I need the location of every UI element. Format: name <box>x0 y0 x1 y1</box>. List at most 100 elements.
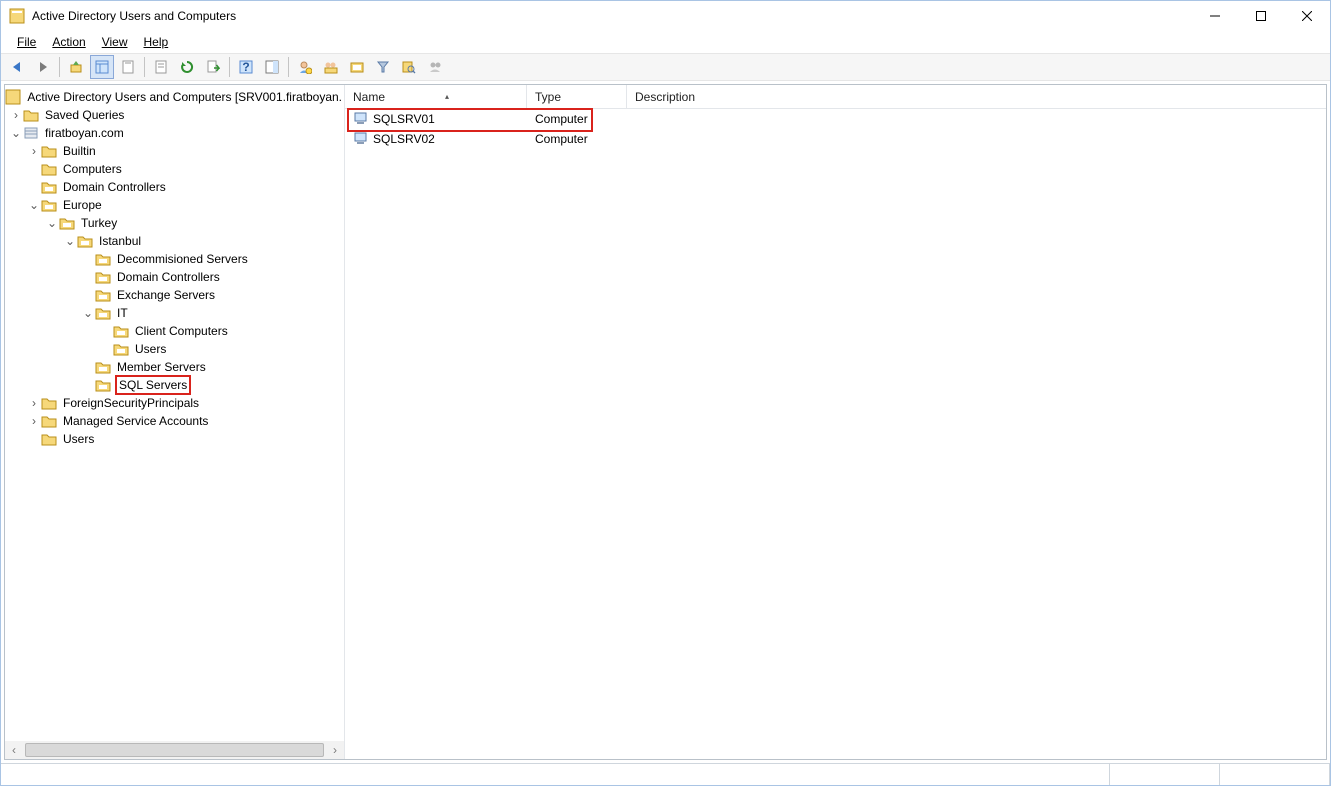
toolbar: ? <box>1 53 1330 81</box>
show-hide-actionpane-button[interactable] <box>260 55 284 79</box>
toolbar-separator <box>59 57 60 77</box>
tree-member-servers[interactable]: Member Servers <box>5 358 344 376</box>
tree-istanbul[interactable]: ⌄ Istanbul <box>5 232 344 250</box>
find-button[interactable] <box>397 55 421 79</box>
list-header: Name▴ Type Description <box>345 85 1326 109</box>
ou-icon <box>95 269 111 285</box>
new-group-button[interactable] <box>319 55 343 79</box>
collapse-icon[interactable]: ⌄ <box>63 234 77 248</box>
tree-istanbul-dc[interactable]: Domain Controllers <box>5 268 344 286</box>
svg-text:?: ? <box>242 60 249 74</box>
refresh-button[interactable] <box>175 55 199 79</box>
column-type[interactable]: Type <box>527 85 627 108</box>
forward-button[interactable] <box>31 55 55 79</box>
toolbar-separator <box>144 57 145 77</box>
folder-icon <box>41 395 57 411</box>
properties-button[interactable] <box>149 55 173 79</box>
row-name: SQLSRV02 <box>373 132 435 146</box>
tree-hscrollbar[interactable]: ‹ › <box>5 741 344 759</box>
tree-europe[interactable]: ⌄ Europe <box>5 196 344 214</box>
tree-exchange[interactable]: Exchange Servers <box>5 286 344 304</box>
show-hide-tree-button[interactable] <box>90 55 114 79</box>
list-pane: Name▴ Type Description SQLSRV01 Computer… <box>345 85 1326 759</box>
collapse-icon[interactable]: ⌄ <box>45 216 59 230</box>
delete-button[interactable] <box>116 55 140 79</box>
expand-icon[interactable]: › <box>9 108 23 122</box>
folder-icon <box>41 161 57 177</box>
up-button[interactable] <box>64 55 88 79</box>
tree-domain-controllers[interactable]: Domain Controllers <box>5 178 344 196</box>
ou-icon <box>41 197 57 213</box>
menu-bar: File Action View Help <box>1 31 1330 53</box>
status-bar <box>1 763 1330 785</box>
export-list-button[interactable] <box>201 55 225 79</box>
toolbar-separator <box>229 57 230 77</box>
ou-icon <box>113 341 129 357</box>
tree-saved-queries[interactable]: › Saved Queries <box>5 106 344 124</box>
expand-icon[interactable]: › <box>27 144 41 158</box>
column-description[interactable]: Description <box>627 85 1326 108</box>
column-name[interactable]: Name▴ <box>345 85 527 108</box>
row-type: Computer <box>535 132 588 146</box>
sort-asc-icon: ▴ <box>445 92 449 101</box>
tree-it[interactable]: ⌄ IT <box>5 304 344 322</box>
list-rows[interactable]: SQLSRV01 Computer SQLSRV02 Computer <box>345 109 1326 759</box>
new-user-button[interactable] <box>293 55 317 79</box>
back-button[interactable] <box>5 55 29 79</box>
collapse-icon[interactable]: ⌄ <box>9 126 23 140</box>
window-controls <box>1192 1 1330 30</box>
collapse-icon[interactable]: ⌄ <box>27 198 41 212</box>
ou-icon <box>95 305 111 321</box>
tree-builtin[interactable]: › Builtin <box>5 142 344 160</box>
list-row[interactable]: SQLSRV01 Computer <box>345 109 1326 129</box>
toolbar-separator <box>288 57 289 77</box>
menu-action[interactable]: Action <box>46 33 91 51</box>
row-name: SQLSRV01 <box>373 112 435 126</box>
menu-view[interactable]: View <box>96 33 134 51</box>
ou-icon <box>95 287 111 303</box>
folder-icon <box>41 143 57 159</box>
ou-icon <box>113 323 129 339</box>
list-row[interactable]: SQLSRV02 Computer <box>345 129 1326 149</box>
menu-file[interactable]: File <box>11 33 42 51</box>
computer-icon <box>353 111 369 127</box>
status-segment <box>1 764 1110 785</box>
scroll-right-button[interactable]: › <box>326 741 344 759</box>
folder-icon <box>41 431 57 447</box>
content-area: Active Directory Users and Computers [SR… <box>4 84 1327 760</box>
tree-decommissioned[interactable]: Decommisioned Servers <box>5 250 344 268</box>
menu-help[interactable]: Help <box>138 33 175 51</box>
tree-users[interactable]: Users <box>5 430 344 448</box>
close-button[interactable] <box>1284 1 1330 30</box>
tree-it-users[interactable]: Users <box>5 340 344 358</box>
ou-icon <box>77 233 93 249</box>
expand-icon[interactable]: › <box>27 414 41 428</box>
domain-icon <box>23 125 39 141</box>
tree-msa[interactable]: › Managed Service Accounts <box>5 412 344 430</box>
row-type: Computer <box>535 112 588 126</box>
tree-turkey[interactable]: ⌄ Turkey <box>5 214 344 232</box>
new-ou-button[interactable] <box>345 55 369 79</box>
tree[interactable]: Active Directory Users and Computers [SR… <box>5 85 344 451</box>
expand-icon[interactable]: › <box>27 396 41 410</box>
help-button[interactable]: ? <box>234 55 258 79</box>
tree-sql-servers[interactable]: SQL Servers <box>5 376 344 394</box>
maximize-button[interactable] <box>1238 1 1284 30</box>
minimize-button[interactable] <box>1192 1 1238 30</box>
ou-icon <box>95 251 111 267</box>
scroll-left-button[interactable]: ‹ <box>5 741 23 759</box>
add-to-group-button[interactable] <box>423 55 447 79</box>
tree-computers[interactable]: Computers <box>5 160 344 178</box>
tree-client-computers[interactable]: Client Computers <box>5 322 344 340</box>
scroll-thumb[interactable] <box>25 743 324 757</box>
computer-icon <box>353 131 369 147</box>
filter-button[interactable] <box>371 55 395 79</box>
folder-icon <box>23 107 39 123</box>
ou-icon <box>95 359 111 375</box>
aduc-icon <box>5 89 21 105</box>
tree-fsp[interactable]: › ForeignSecurityPrincipals <box>5 394 344 412</box>
tree-domain[interactable]: ⌄ firatboyan.com <box>5 124 344 142</box>
collapse-icon[interactable]: ⌄ <box>81 306 95 320</box>
tree-root[interactable]: Active Directory Users and Computers [SR… <box>5 88 344 106</box>
window-title: Active Directory Users and Computers <box>32 9 1192 23</box>
